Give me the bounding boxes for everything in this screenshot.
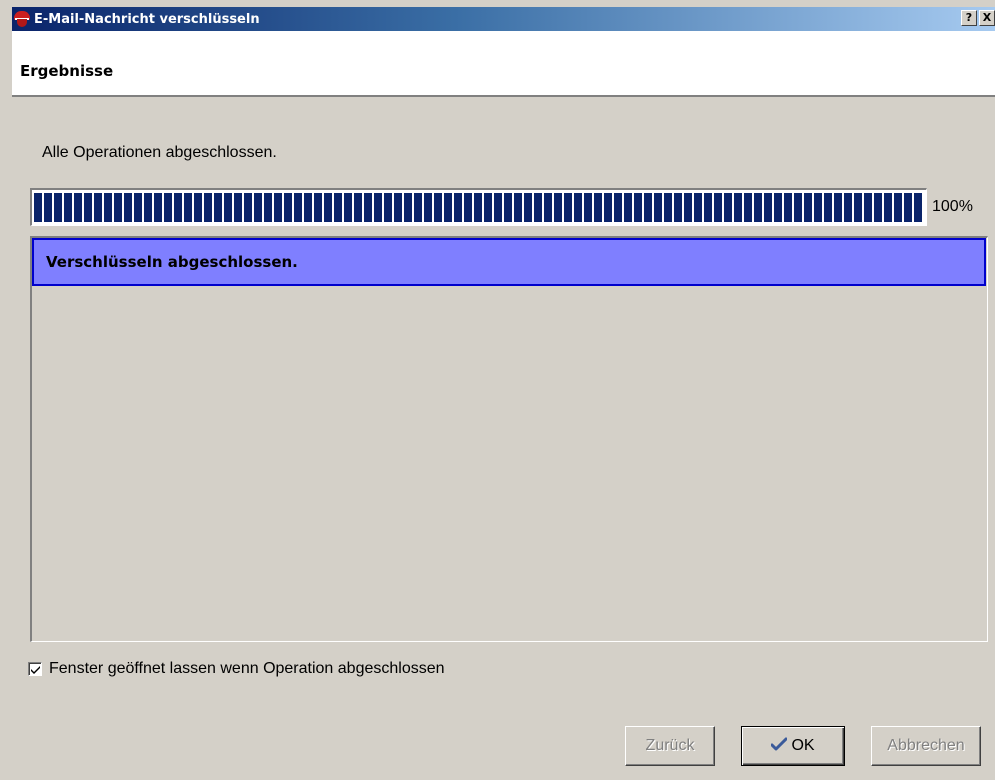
ok-button[interactable]: OK [741, 726, 845, 766]
keep-open-option[interactable]: Fenster geöffnet lassen wenn Operation a… [28, 660, 445, 678]
app-icon[interactable] [14, 11, 30, 27]
list-item[interactable]: Verschlüsseln abgeschlossen. [32, 238, 986, 286]
header-panel: Ergebnisse [12, 31, 995, 97]
title-bar[interactable]: E-Mail-Nachricht verschlüsseln ? X [12, 7, 995, 31]
help-button[interactable]: ? [961, 10, 977, 26]
progress-fill [34, 193, 924, 222]
checkmark-icon [31, 666, 40, 674]
close-button[interactable]: X [979, 10, 995, 26]
result-item-text: Verschlüsseln abgeschlossen. [46, 253, 298, 271]
page-title: Ergebnisse [20, 62, 114, 80]
cancel-button-label: Abbrechen [887, 737, 965, 754]
status-text: Alle Operationen abgeschlossen. [42, 144, 277, 161]
back-button[interactable]: Zurück [625, 726, 715, 766]
keep-open-checkbox[interactable] [28, 662, 42, 676]
window-title: E-Mail-Nachricht verschlüsseln [34, 11, 260, 27]
progress-percent-label: 100% [932, 198, 973, 215]
keep-open-label[interactable]: Fenster geöffnet lassen wenn Operation a… [49, 660, 445, 678]
progress-bar [30, 188, 927, 226]
checkmark-icon [770, 737, 788, 756]
ok-button-label: OK [791, 737, 815, 754]
back-button-label: Zurück [645, 737, 695, 754]
dialog-window: E-Mail-Nachricht verschlüsseln ? X Ergeb… [0, 0, 995, 780]
results-list[interactable]: Verschlüsseln abgeschlossen. [30, 236, 988, 642]
cancel-button[interactable]: Abbrechen [871, 726, 981, 766]
